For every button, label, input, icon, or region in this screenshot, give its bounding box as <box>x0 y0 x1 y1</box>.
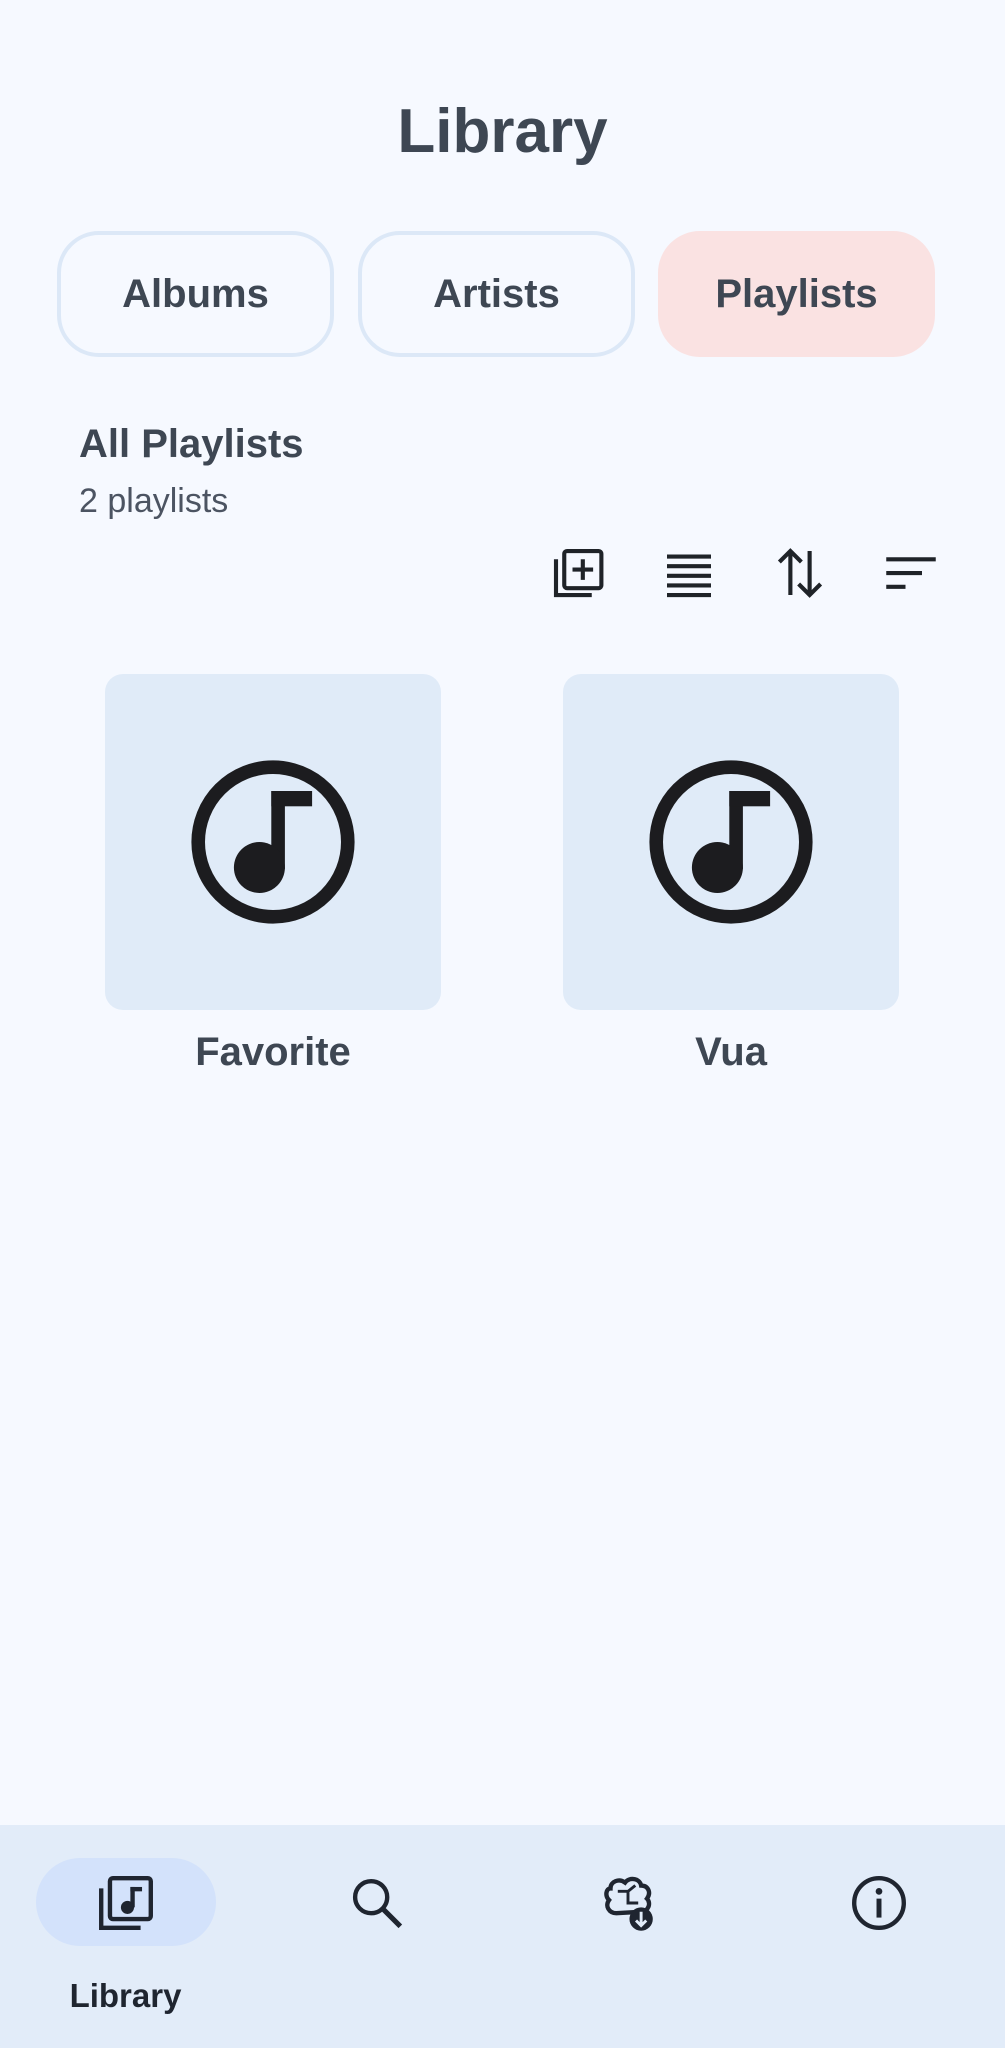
list-view-icon <box>667 554 711 598</box>
sort-order-button[interactable] <box>762 538 838 608</box>
nav-ai-models[interactable] <box>502 1825 753 2048</box>
playlist-artwork <box>563 674 899 1010</box>
info-icon <box>844 1868 914 1938</box>
sort-order-icon <box>777 548 823 598</box>
sort-filter-button[interactable] <box>873 538 949 608</box>
music-note-icon <box>649 760 813 924</box>
nav-library-label: Library <box>69 1977 182 2014</box>
music-note-icon <box>191 760 355 924</box>
playlist-card-favorite[interactable]: Favorite <box>105 674 441 1075</box>
tab-playlists[interactable]: Playlists <box>658 231 935 357</box>
library-screen: Library Albums Artists Playlists All Pla… <box>0 0 1005 2048</box>
list-view-button[interactable] <box>651 538 727 608</box>
section-title: All Playlists <box>79 422 304 466</box>
nav-search[interactable] <box>251 1825 502 2048</box>
add-playlist-icon <box>553 548 604 598</box>
tab-artists[interactable]: Artists <box>358 231 635 357</box>
tab-albums[interactable]: Albums <box>57 231 334 357</box>
playlist-toolbar <box>540 538 960 608</box>
ai-download-icon <box>593 1868 663 1938</box>
playlist-name: Favorite <box>195 1030 351 1074</box>
search-icon <box>342 1868 412 1938</box>
playlist-artwork <box>105 674 441 1010</box>
nav-info[interactable] <box>753 1825 1004 2048</box>
add-playlist-button[interactable] <box>540 538 616 608</box>
playlist-count: 2 playlists <box>79 482 229 520</box>
playlist-card-vua[interactable]: Vua <box>563 674 899 1075</box>
page-title: Library <box>397 97 608 166</box>
library-tabs: Albums Artists Playlists <box>57 231 937 357</box>
library-music-icon <box>91 1868 161 1938</box>
sort-filter-icon <box>886 557 936 589</box>
playlist-name: Vua <box>695 1030 767 1074</box>
